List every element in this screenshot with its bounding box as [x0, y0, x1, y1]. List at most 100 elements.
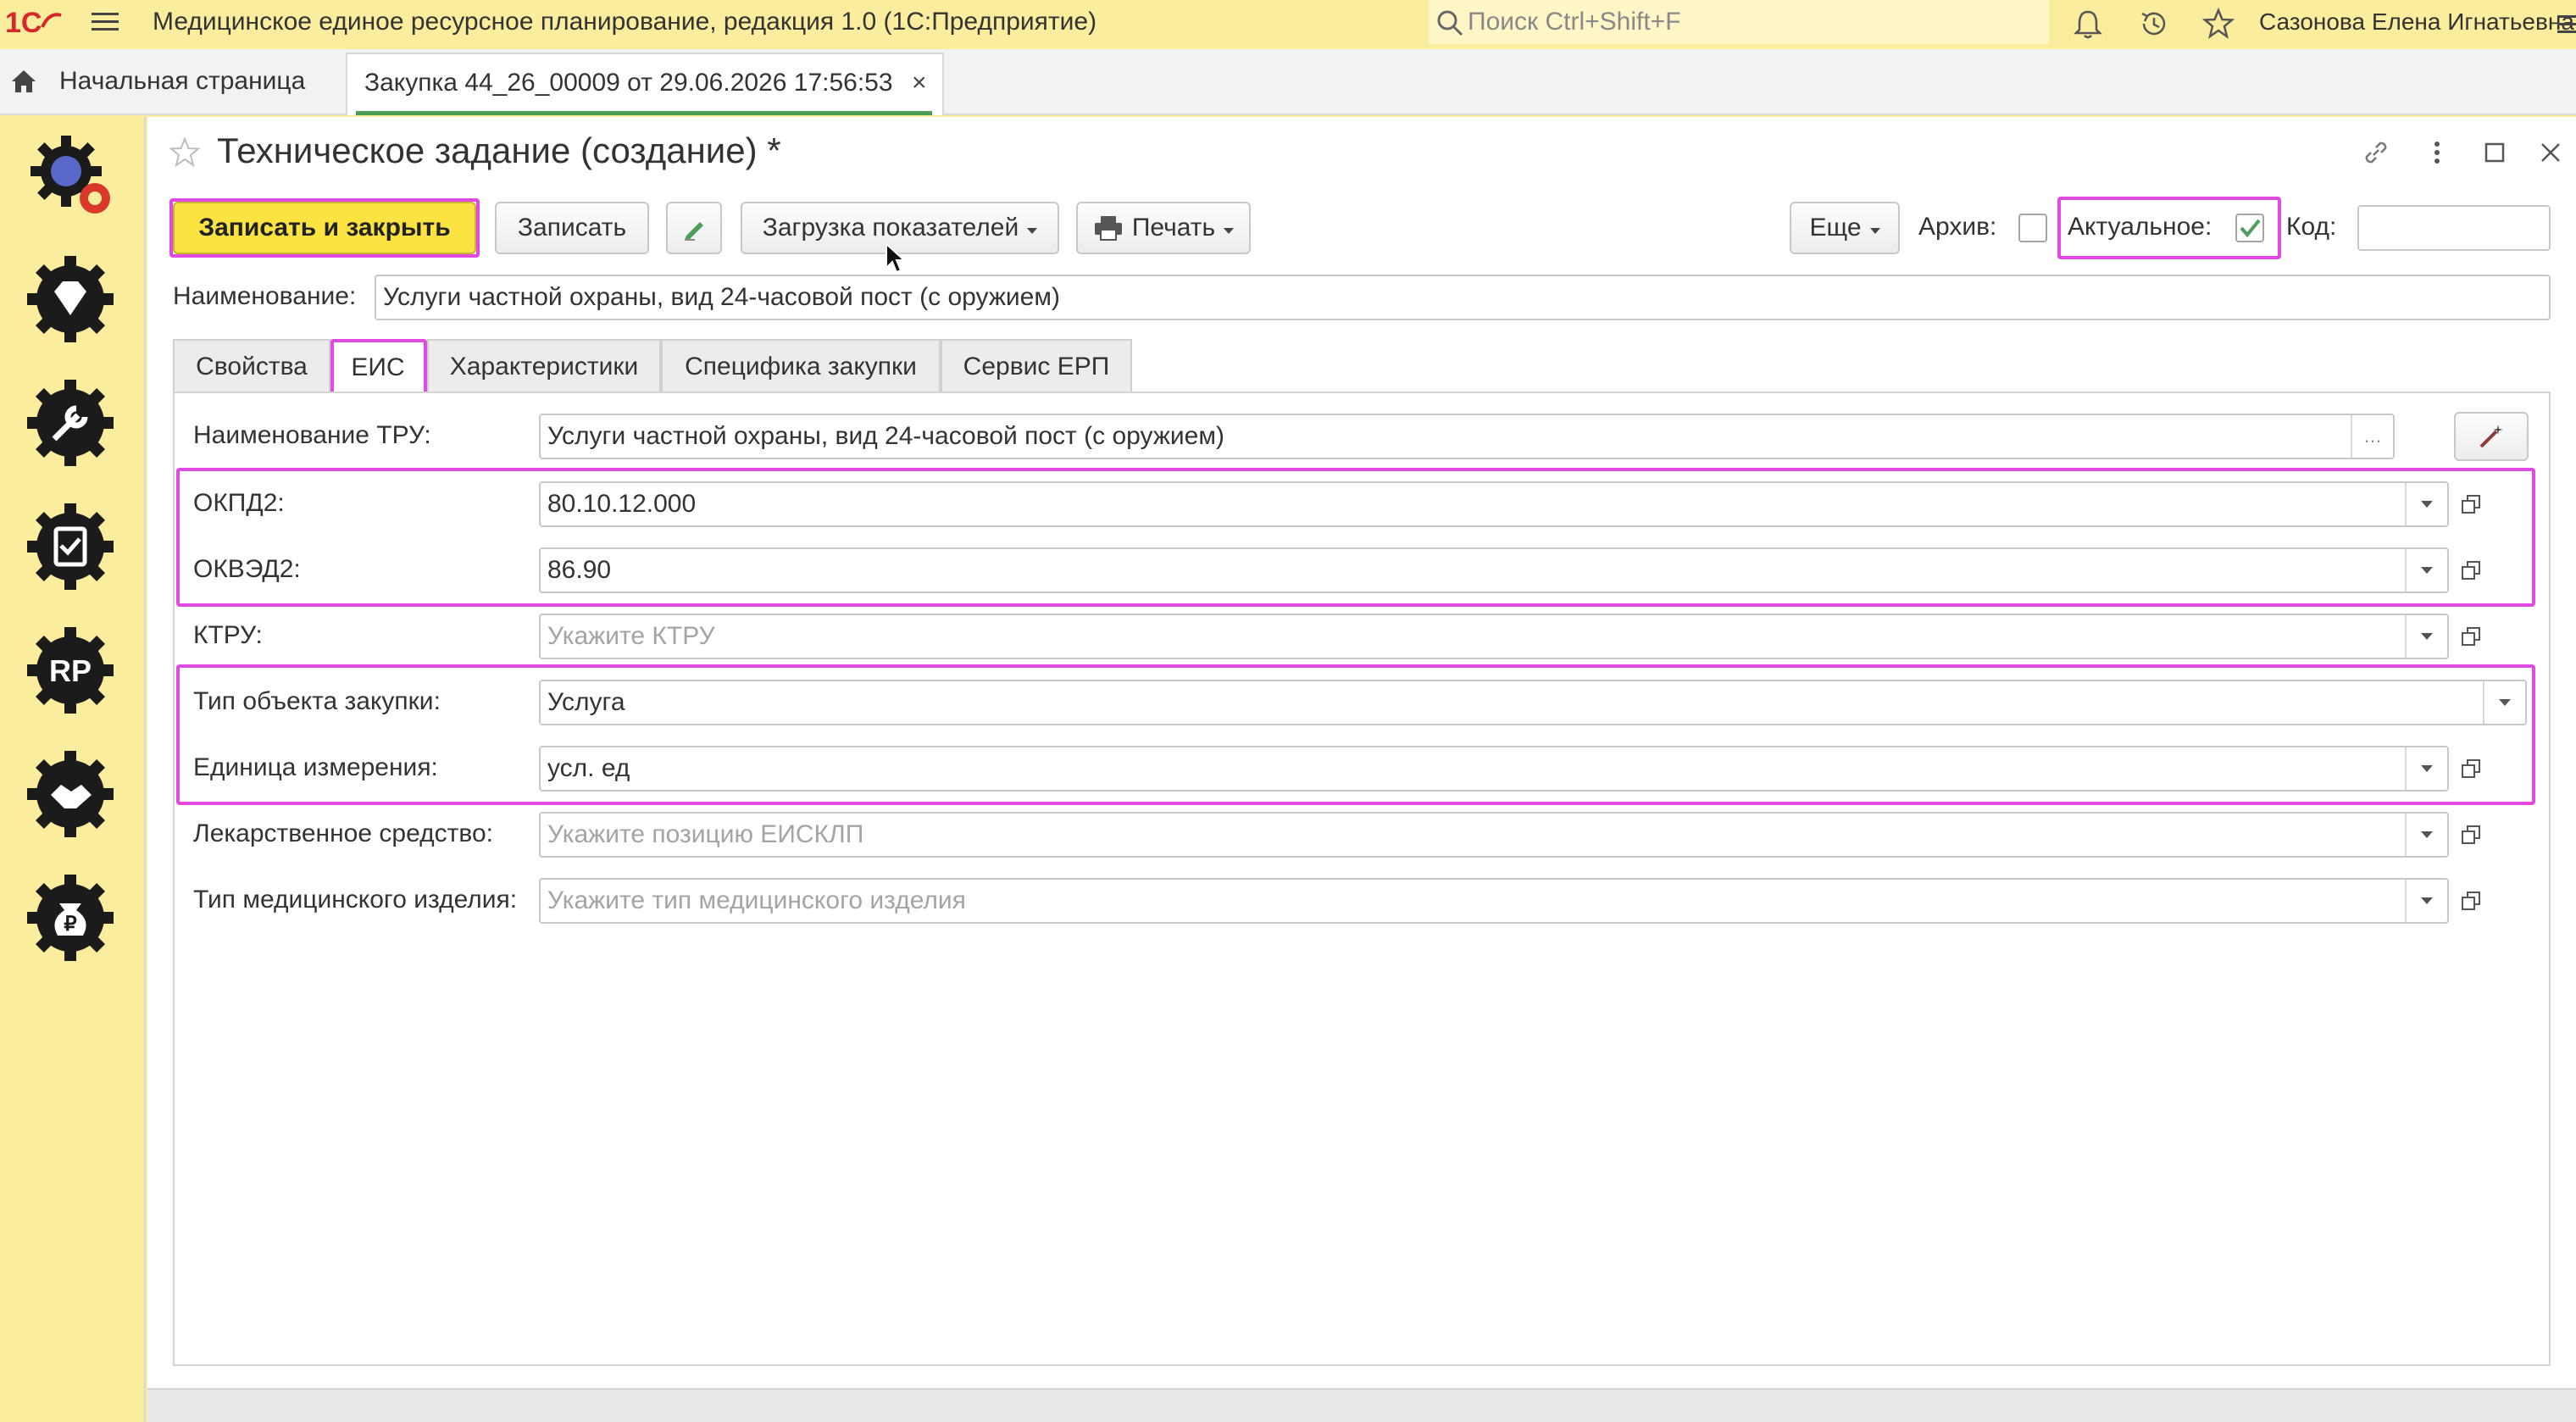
title-bar: 1С Медицинское единое ресурсное планиров…: [0, 0, 2576, 44]
favorites-star-icon[interactable]: [2201, 7, 2235, 41]
home-icon[interactable]: [8, 66, 39, 97]
okpd2-label: ОКПД2:: [193, 489, 285, 517]
search-placeholder: Поиск Ctrl+Shift+F: [1468, 8, 1681, 36]
edit-signature-button[interactable]: [666, 202, 722, 254]
chevron-down-icon: [1869, 227, 1880, 234]
actual-checkbox[interactable]: [2235, 214, 2264, 242]
okved2-input[interactable]: 86.90: [539, 547, 2480, 593]
open-icon[interactable]: [2451, 747, 2491, 790]
device-type-label: Тип медицинского изделия:: [193, 886, 518, 914]
svg-text:1С: 1С: [5, 7, 42, 39]
object-type-select[interactable]: Услуга: [539, 680, 2527, 725]
search-icon: [1437, 10, 1463, 36]
open-icon[interactable]: [2451, 814, 2491, 856]
save-and-close-button[interactable]: Записать и закрыть: [173, 202, 476, 254]
printer-icon: [1094, 216, 1122, 241]
medicine-label: Лекарственное средство:: [193, 819, 493, 847]
print-label: Печать: [1131, 214, 1216, 242]
chevron-down-icon[interactable]: [2405, 549, 2447, 592]
tru-name-input[interactable]: Услуги частной охраны, вид 24-часовой по…: [539, 414, 2395, 459]
name-value: Услуги частной охраны, вид 24-часовой по…: [383, 283, 1060, 311]
active-tab-underline: [356, 111, 932, 115]
okpd2-value: 80.10.12.000: [547, 490, 697, 518]
tab-characteristics[interactable]: Характеристики: [427, 339, 661, 393]
tab-document-label: Закупка 44_26_00009 от 29.06.2026 17:56:…: [364, 69, 893, 97]
tab-eis[interactable]: ЕИС: [330, 339, 425, 395]
wizard-button[interactable]: [2454, 412, 2529, 461]
tab-document[interactable]: Закупка 44_26_00009 от 29.06.2026 17:56:…: [346, 53, 944, 115]
code-input[interactable]: [2357, 205, 2551, 251]
maximize-icon[interactable]: [2478, 136, 2512, 169]
rp-gear-icon[interactable]: RP: [22, 622, 119, 719]
close-tab-icon[interactable]: ×: [912, 68, 927, 98]
archive-label: Архив:: [1918, 213, 1997, 241]
chevron-down-icon[interactable]: [2405, 615, 2447, 658]
more-actions-icon[interactable]: [2420, 136, 2454, 169]
checklist-gear-icon[interactable]: [22, 498, 119, 595]
main-menu-icon[interactable]: [90, 8, 120, 36]
close-icon[interactable]: [2534, 136, 2568, 169]
side-menu-icon[interactable]: [2554, 7, 2576, 41]
choose-button[interactable]: …: [2351, 415, 2393, 458]
open-icon[interactable]: [2451, 483, 2491, 525]
okpd2-input[interactable]: 80.10.12.000: [539, 481, 2480, 527]
checkmark-icon: [2240, 219, 2261, 238]
code-label: Код:: [2286, 213, 2337, 241]
open-icon[interactable]: [2451, 549, 2491, 592]
handshake-gear-icon[interactable]: [22, 746, 119, 842]
tab-home[interactable]: Начальная страница: [59, 66, 305, 97]
history-icon[interactable]: [2137, 7, 2171, 41]
tab-properties[interactable]: Свойства: [173, 339, 330, 393]
tru-name-label: Наименование ТРУ:: [193, 421, 431, 449]
unit-input[interactable]: усл. ед: [539, 746, 2480, 792]
object-type-label: Тип объекта закупки:: [193, 687, 441, 715]
form-title: Техническое задание (создание) *: [217, 131, 781, 170]
device-type-placeholder: Укажите тип медицинского изделия: [547, 886, 966, 914]
bell-icon[interactable]: [2071, 7, 2105, 41]
tab-erp-service[interactable]: Сервис ЕРП: [941, 339, 1132, 393]
name-label: Наименование:: [173, 282, 357, 310]
medicine-input[interactable]: Укажите позицию ЕИСКЛП: [539, 812, 2480, 858]
chevron-down-icon[interactable]: [2405, 880, 2447, 922]
object-type-value: Услуга: [547, 688, 625, 716]
magic-wand-icon: [2479, 425, 2503, 448]
settings-gear-icon[interactable]: [22, 127, 119, 224]
app-title: Медицинское единое ресурсное планировани…: [153, 8, 1097, 36]
1c-logo-icon[interactable]: 1С: [5, 5, 64, 39]
open-icon[interactable]: [2451, 615, 2491, 658]
more-label: Еще: [1809, 214, 1862, 242]
ktru-input[interactable]: Укажите КТРУ: [539, 614, 2480, 659]
archive-checkbox[interactable]: [2018, 214, 2047, 242]
link-icon[interactable]: [2359, 136, 2393, 169]
device-type-input[interactable]: Укажите тип медицинского изделия: [539, 878, 2480, 924]
pen-icon: [685, 222, 703, 241]
favorite-star-icon[interactable]: [168, 136, 202, 169]
actual-label: Актуальное:: [2068, 213, 2212, 241]
tab-procurement-specifics[interactable]: Специфика закупки: [661, 339, 941, 393]
chevron-down-icon[interactable]: [2405, 814, 2447, 856]
save-button[interactable]: Записать: [495, 202, 649, 254]
load-indicators-label: Загрузка показателей: [762, 214, 1019, 242]
okved2-label: ОКВЭД2:: [193, 555, 301, 583]
open-icon[interactable]: [2451, 880, 2491, 922]
ktru-placeholder: Укажите КТРУ: [547, 622, 715, 650]
global-search-input[interactable]: Поиск Ctrl+Shift+F: [1429, 0, 2049, 44]
diamond-gear-icon[interactable]: [22, 251, 119, 347]
chevron-down-icon[interactable]: [2483, 681, 2525, 724]
ruble-bag-gear-icon[interactable]: ₽: [22, 869, 119, 966]
tools-gear-icon[interactable]: [22, 375, 119, 471]
mouse-cursor-icon: [886, 242, 907, 274]
print-button[interactable]: Печать: [1076, 202, 1251, 254]
chevron-down-icon[interactable]: [2405, 483, 2447, 525]
medicine-placeholder: Укажите позицию ЕИСКЛП: [547, 820, 864, 848]
name-input[interactable]: Услуги частной охраны, вид 24-часовой по…: [375, 275, 2551, 320]
status-bar: [147, 1388, 2576, 1422]
tru-name-value: Услуги частной охраны, вид 24-часовой по…: [547, 422, 1224, 450]
current-user[interactable]: Сазонова Елена Игнатьевна: [2259, 7, 2574, 37]
unit-label: Единица измерения:: [193, 753, 438, 781]
more-button[interactable]: Еще: [1790, 202, 1900, 254]
chevron-down-icon[interactable]: [2405, 747, 2447, 790]
okved2-value: 86.90: [547, 556, 612, 584]
chevron-down-icon: [1224, 227, 1235, 234]
chevron-down-icon: [1027, 227, 1038, 234]
